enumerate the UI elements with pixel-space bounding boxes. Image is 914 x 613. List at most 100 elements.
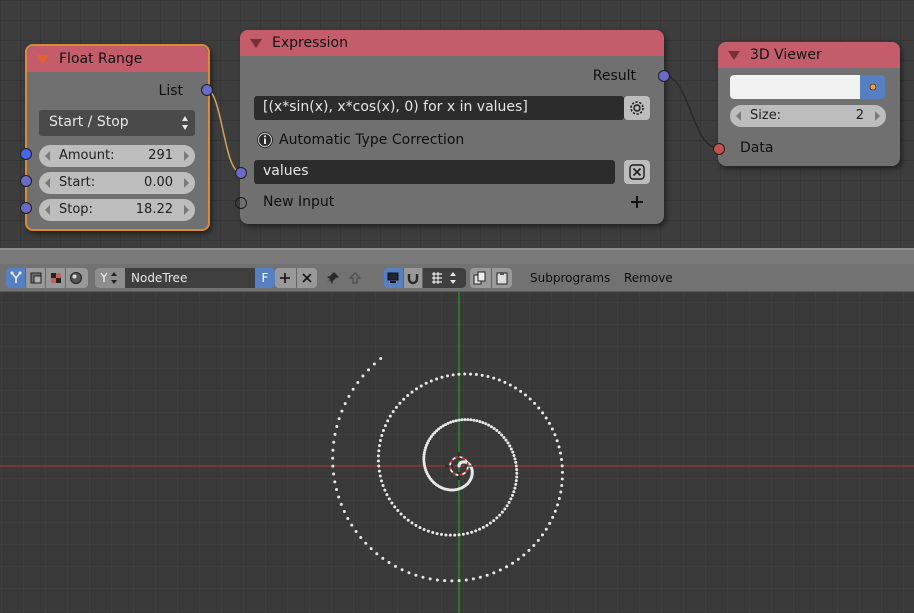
increment-arrow-icon[interactable]: [875, 111, 880, 121]
spiral-point: [387, 497, 391, 501]
spiral-point: [376, 459, 380, 463]
float-range-node[interactable]: Float Range List Start / Stop Amount: 29…: [25, 44, 210, 231]
spiral-point: [489, 425, 493, 429]
spiral-point: [332, 440, 336, 444]
spiral-point: [532, 544, 536, 547]
increment-arrow-icon[interactable]: [184, 178, 189, 188]
spiral-point: [457, 372, 461, 376]
snap-element-dropdown[interactable]: [423, 268, 466, 288]
3d-viewport[interactable]: [0, 292, 914, 613]
tree-datablock-selector[interactable]: NodeTree F: [95, 268, 275, 288]
viewer-pick-button[interactable]: [860, 75, 885, 99]
expression-settings-button[interactable]: [624, 96, 650, 120]
size-field[interactable]: Size: 2: [730, 105, 886, 127]
spiral-point: [527, 548, 531, 552]
spiral-point: [514, 460, 518, 464]
start-input-socket[interactable]: [20, 175, 32, 187]
spiral-point: [487, 423, 491, 427]
magnet-icon: [407, 274, 418, 285]
float-range-header[interactable]: Float Range: [27, 46, 208, 72]
backdrop-button[interactable]: [384, 268, 404, 288]
spiral-point: [340, 409, 344, 413]
spiral-point: [519, 389, 523, 393]
spiral-point: [448, 533, 452, 537]
data-input-label: Data: [740, 140, 774, 156]
stop-field[interactable]: Stop: 18.22: [39, 199, 195, 221]
increment-arrow-icon[interactable]: [184, 205, 189, 215]
expression-input[interactable]: [(x*sin(x), x*cos(x), 0) for x in values…: [254, 96, 624, 120]
decrement-arrow-icon[interactable]: [736, 111, 741, 121]
browse-tree-icon[interactable]: [95, 268, 125, 288]
values-input-socket[interactable]: [235, 167, 247, 179]
remove-menu[interactable]: Remove: [624, 271, 673, 285]
spiral-point: [474, 529, 478, 533]
expression-header[interactable]: Expression: [240, 30, 664, 56]
increment-arrow-icon[interactable]: [184, 151, 189, 161]
amount-label: Amount:: [59, 148, 115, 163]
input-name-field[interactable]: values: [254, 160, 615, 184]
add-tree-button[interactable]: [275, 268, 297, 288]
spiral-point: [508, 444, 512, 448]
amount-input-socket[interactable]: [20, 148, 32, 160]
collapse-triangle-icon[interactable]: [728, 50, 740, 60]
subprograms-menu[interactable]: Subprograms: [530, 271, 610, 285]
compositing-tree-icon[interactable]: [66, 268, 85, 288]
node-tree-icon[interactable]: [6, 268, 26, 288]
spiral-point: [396, 509, 400, 513]
spiral-point: [514, 482, 518, 486]
shader-tree-icon[interactable]: [26, 268, 46, 288]
decrement-arrow-icon[interactable]: [45, 151, 50, 161]
pin-button[interactable]: [322, 268, 344, 288]
spiral-point: [513, 457, 517, 461]
spiral-point: [332, 472, 336, 476]
start-field[interactable]: Start: 0.00: [39, 172, 195, 194]
remove-input-button[interactable]: [624, 160, 650, 184]
spiral-point: [451, 373, 455, 377]
start-label: Start:: [59, 175, 96, 190]
spiral-point: [372, 362, 376, 366]
collapse-triangle-icon[interactable]: [250, 38, 262, 48]
floor-grid: [0, 292, 914, 613]
snap-toggle-button[interactable]: [404, 268, 424, 288]
data-input-socket[interactable]: [713, 143, 725, 155]
spiral-point: [428, 577, 432, 581]
amount-field[interactable]: Amount: 291: [39, 145, 195, 167]
spiral-point: [486, 375, 490, 379]
spiral-point: [461, 532, 465, 536]
spiral-point: [387, 561, 391, 565]
viewer-node[interactable]: 3D Viewer Size: 2 Data: [718, 42, 900, 166]
texture-tree-icon[interactable]: [46, 268, 66, 288]
stop-input-socket[interactable]: [20, 202, 32, 214]
copy-nodes-button[interactable]: [470, 268, 492, 288]
node-editor[interactable]: Float Range List Start / Stop Amount: 29…: [0, 0, 914, 248]
spiral-point: [557, 497, 561, 500]
type-correction-label[interactable]: Automatic Type Correction: [279, 132, 464, 148]
viewer-name-field[interactable]: [730, 75, 860, 99]
collapse-triangle-icon[interactable]: [37, 54, 49, 64]
new-input-socket[interactable]: [235, 197, 247, 209]
list-output-socket[interactable]: [201, 84, 213, 96]
decrement-arrow-icon[interactable]: [45, 178, 50, 188]
expression-node[interactable]: Expression Result [(x*sin(x), x*cos(x), …: [240, 30, 664, 224]
pin-icon: [327, 272, 339, 284]
unlink-tree-button[interactable]: [297, 268, 318, 288]
paste-nodes-button[interactable]: [492, 268, 513, 288]
spiral-point: [331, 456, 335, 460]
decrement-arrow-icon[interactable]: [45, 205, 50, 215]
mode-dropdown[interactable]: Start / Stop: [39, 110, 195, 136]
parent-tree-button[interactable]: [344, 268, 366, 288]
spiral-point: [377, 444, 381, 448]
tree-type-selector[interactable]: [6, 268, 88, 288]
viewer-header[interactable]: 3D Viewer: [718, 42, 900, 68]
plus-icon[interactable]: [629, 194, 645, 210]
result-output-socket[interactable]: [658, 70, 670, 82]
spiral-point: [504, 438, 508, 442]
area-separator[interactable]: [0, 248, 914, 264]
spiral-point: [410, 390, 414, 394]
spiral-point: [337, 417, 341, 421]
fake-user-button[interactable]: F: [255, 268, 275, 288]
spiral-point: [481, 525, 485, 529]
spiral-point: [342, 510, 346, 514]
spiral-point: [512, 490, 516, 494]
spiral-point: [364, 541, 368, 545]
